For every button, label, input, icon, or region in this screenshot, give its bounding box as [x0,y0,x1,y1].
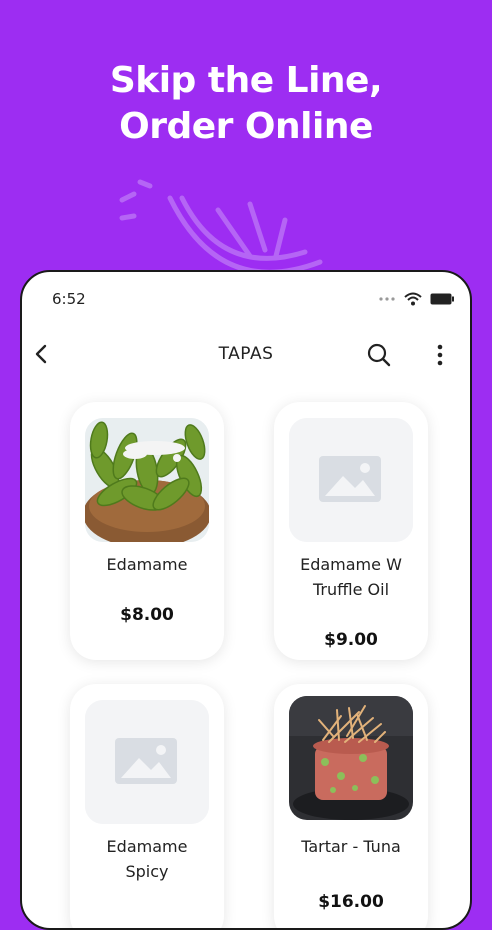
product-price: $9.00 [324,630,378,650]
citrus-watermark-icon [119,179,323,275]
product-name: Edamame [106,555,188,574]
tuna-tartare-photo [289,696,413,820]
search-icon[interactable] [366,342,392,368]
edamame-photo [85,418,209,542]
signal-dots-icon [379,297,395,301]
status-bar: 6:52 [22,272,470,328]
headline-line-1: Skip the Line, [109,60,383,101]
app-bar: TAPAS [22,334,470,374]
product-card-tartar-tuna[interactable]: Tartar - Tuna $16.00 [274,684,428,928]
page-title: TAPAS [218,344,274,364]
product-name: Tartar - Tuna [301,837,401,856]
product-name: Edamame Spicy [106,837,188,881]
promo-headline: Skip the Line, Order Online [0,58,492,150]
battery-icon [430,293,454,305]
more-vertical-icon[interactable] [430,342,450,368]
product-price: $8.00 [120,605,174,625]
wifi-icon [404,292,422,306]
placeholder-image-icon [289,418,413,542]
placeholder-image-icon [85,700,209,824]
product-name: Edamame W Truffle Oil [300,555,402,599]
product-card-edamame-spicy[interactable]: Edamame Spicy [70,684,224,928]
status-icons [378,292,454,306]
phone-frame: 6:52 TAPAS Edamame $8.00 Edamame W Truff… [20,270,472,930]
product-price: $16.00 [318,892,384,912]
product-card-edamame-truffle[interactable]: Edamame W Truffle Oil $9.00 [274,402,428,660]
status-time: 6:52 [52,290,86,308]
product-card-edamame[interactable]: Edamame $8.00 [70,402,224,660]
headline-line-2: Order Online [119,106,373,147]
